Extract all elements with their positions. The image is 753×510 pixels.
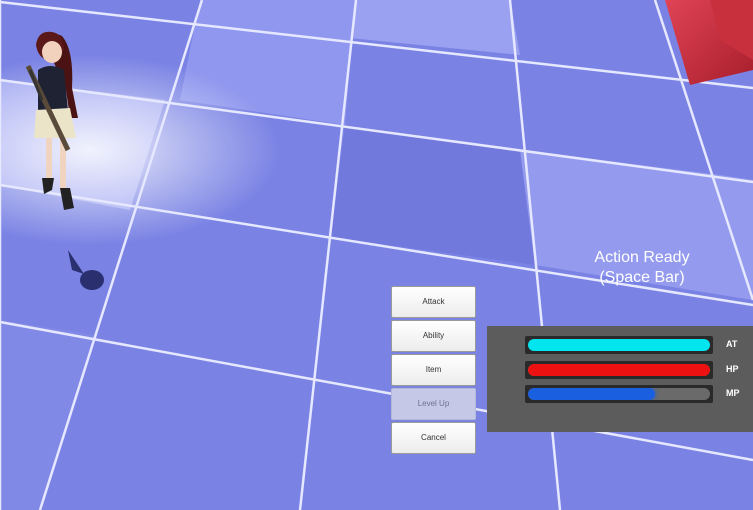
mp-bar-fill <box>528 388 656 400</box>
hp-bar-fill <box>528 364 710 376</box>
hp-bar-row: HP <box>525 361 753 379</box>
ability-button[interactable]: Ability <box>391 320 476 352</box>
character-shadow <box>80 270 104 290</box>
hp-label: HP <box>726 364 739 374</box>
level-up-button[interactable]: Level Up <box>391 388 476 420</box>
action-ready-prompt: Action Ready (Space Bar) <box>560 248 724 288</box>
mp-bar <box>525 385 713 403</box>
item-button[interactable]: Item <box>391 354 476 386</box>
at-bar-fill <box>528 339 710 351</box>
at-bar-row: AT <box>525 336 753 354</box>
hp-bar <box>525 361 713 379</box>
at-label: AT <box>726 339 738 349</box>
prompt-line-2: (Space Bar) <box>599 269 685 286</box>
status-panel: AT HP MP <box>487 326 753 432</box>
prompt-line-1: Action Ready <box>594 249 690 266</box>
cancel-button[interactable]: Cancel <box>391 422 476 454</box>
at-bar <box>525 336 713 354</box>
attack-button[interactable]: Attack <box>391 286 476 318</box>
mp-label: MP <box>726 388 740 398</box>
action-menu: Attack Ability Item Level Up Cancel <box>391 286 476 456</box>
mp-bar-row: MP <box>525 385 753 403</box>
